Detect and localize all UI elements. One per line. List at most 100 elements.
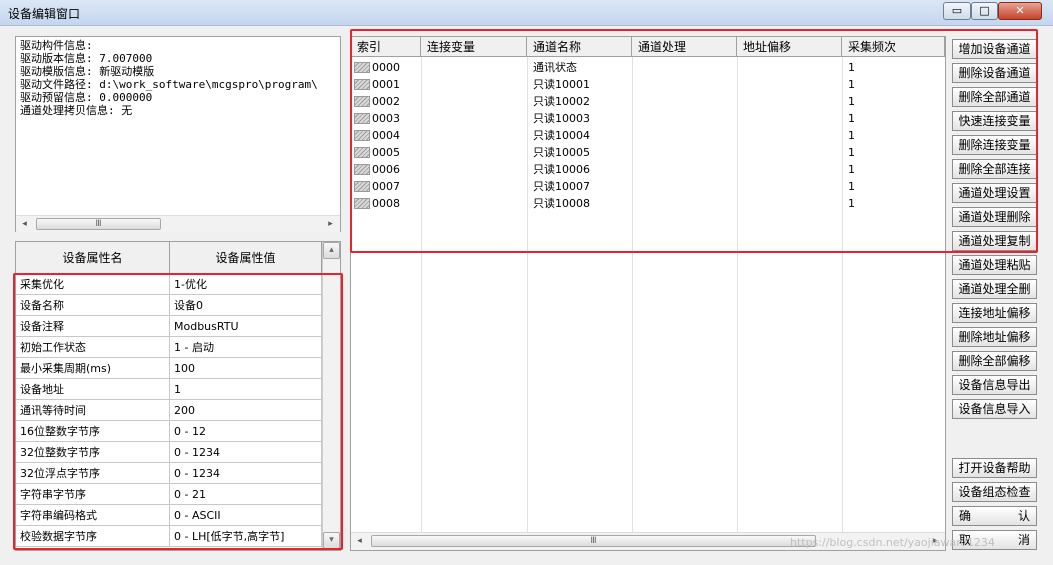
property-name: 32位整数字节序 bbox=[16, 442, 170, 463]
scroll-left-arrow-icon[interactable]: ◂ bbox=[16, 216, 33, 233]
property-row[interactable]: 32位整数字节序 0 - 1234 bbox=[16, 442, 322, 463]
cell-offset bbox=[743, 127, 842, 144]
action-button[interactable]: 设备组态检查 bbox=[952, 482, 1037, 502]
action-button[interactable]: 删除设备通道 bbox=[952, 63, 1037, 83]
channel-row[interactable]: 0007 只读10007 1 bbox=[351, 178, 945, 195]
property-value[interactable]: 1-优化 bbox=[170, 274, 322, 295]
property-value[interactable]: 0 - LH[低字节,高字节] bbox=[170, 526, 322, 547]
property-value[interactable]: 1 bbox=[170, 379, 322, 400]
property-name: 初始工作状态 bbox=[16, 337, 170, 358]
window-title: 设备编辑窗口 bbox=[8, 7, 81, 21]
channel-row[interactable]: 0003 只读10003 1 bbox=[351, 110, 945, 127]
info-scroll-thumb[interactable]: Ⅲ bbox=[36, 218, 161, 230]
cell-offset bbox=[743, 144, 842, 161]
action-button[interactable]: 删除全部通道 bbox=[952, 87, 1037, 107]
action-button[interactable]: 通道处理删除 bbox=[952, 207, 1037, 227]
channel-row[interactable]: 0000 通讯状态 1 bbox=[351, 59, 945, 76]
action-button[interactable]: 删除连接变量 bbox=[952, 135, 1037, 155]
channel-row[interactable]: 0006 只读10006 1 bbox=[351, 161, 945, 178]
property-value[interactable]: 200 bbox=[170, 400, 322, 421]
channel-grid: 索引 连接变量 通道名称 通道处理 地址偏移 采集频次 0000 通讯状态 1 000… bbox=[350, 36, 946, 551]
property-row[interactable]: 设备名称 设备0 bbox=[16, 295, 322, 316]
property-row[interactable]: 设备注释 ModbusRTU bbox=[16, 316, 322, 337]
property-value[interactable]: 0 - 1234 bbox=[170, 463, 322, 484]
confirm-label-part1: 确 bbox=[959, 509, 972, 523]
cell-index: 0001 bbox=[372, 78, 400, 91]
action-button[interactable]: 通道处理粘贴 bbox=[952, 255, 1037, 275]
property-value[interactable]: ModbusRTU bbox=[170, 316, 322, 337]
property-value[interactable]: 0 - 21 bbox=[170, 484, 322, 505]
col-header-variable[interactable]: 连接变量 bbox=[421, 37, 527, 57]
row-handle-icon bbox=[354, 96, 370, 107]
grid-scroll-thumb[interactable]: Ⅲ bbox=[371, 535, 816, 547]
cell-index: 0000 bbox=[372, 61, 400, 74]
prop-vertical-scrollbar[interactable]: ▴ ▾ bbox=[322, 242, 340, 550]
scroll-up-arrow-icon[interactable]: ▴ bbox=[323, 242, 340, 259]
action-button[interactable]: 删除地址偏移 bbox=[952, 327, 1037, 347]
info-horizontal-scrollbar[interactable]: ◂ Ⅲ ▸ bbox=[16, 215, 340, 232]
property-value[interactable]: 0 - ASCII bbox=[170, 505, 322, 526]
col-header-frequency[interactable]: 采集频次 bbox=[842, 37, 945, 57]
row-handle-icon bbox=[354, 181, 370, 192]
prop-header-name[interactable]: 设备属性名 bbox=[16, 242, 170, 274]
property-value[interactable]: 1 - 启动 bbox=[170, 337, 322, 358]
scroll-left-arrow-icon[interactable]: ◂ bbox=[351, 533, 368, 550]
confirm-button[interactable]: 确 认 bbox=[952, 506, 1037, 526]
col-header-offset[interactable]: 地址偏移 bbox=[737, 37, 842, 57]
property-name: 最小采集周期(ms) bbox=[16, 358, 170, 379]
action-button[interactable]: 快速连接变量 bbox=[952, 111, 1037, 131]
property-row[interactable]: 字符串字节序 0 - 21 bbox=[16, 484, 322, 505]
close-button[interactable]: ✕ bbox=[998, 2, 1042, 20]
cell-offset bbox=[743, 178, 842, 195]
property-value[interactable]: 0 - 12 bbox=[170, 421, 322, 442]
driver-info-panel: 驱动构件信息: 驱动版本信息: 7.007000 驱动模版信息: 新驱动模版 驱动文件… bbox=[15, 36, 341, 232]
cell-offset bbox=[743, 93, 842, 110]
action-button[interactable]: 删除全部偏移 bbox=[952, 351, 1037, 371]
cell-channel-name: 只读10003 bbox=[533, 112, 590, 125]
property-value[interactable]: 100 bbox=[170, 358, 322, 379]
cell-index: 0005 bbox=[372, 146, 400, 159]
minimize-button[interactable]: ▭ bbox=[943, 2, 971, 20]
property-row[interactable]: 初始工作状态 1 - 启动 bbox=[16, 337, 322, 358]
cell-offset bbox=[743, 161, 842, 178]
scroll-right-arrow-icon[interactable]: ▸ bbox=[322, 216, 339, 233]
property-value[interactable]: 设备0 bbox=[170, 295, 322, 316]
channel-row[interactable]: 0004 只读10004 1 bbox=[351, 127, 945, 144]
col-header-channel-name[interactable]: 通道名称 bbox=[527, 37, 632, 57]
property-row[interactable]: 通讯等待时间 200 bbox=[16, 400, 322, 421]
property-row[interactable]: 采集优化 1-优化 bbox=[16, 274, 322, 295]
action-button[interactable]: 增加设备通道 bbox=[952, 39, 1037, 59]
col-header-processing[interactable]: 通道处理 bbox=[632, 37, 737, 57]
row-handle-icon bbox=[354, 147, 370, 158]
maximize-button[interactable]: □ bbox=[971, 2, 998, 20]
scroll-down-arrow-icon[interactable]: ▾ bbox=[323, 532, 340, 549]
property-row[interactable]: 最小采集周期(ms) 100 bbox=[16, 358, 322, 379]
property-name: 16位整数字节序 bbox=[16, 421, 170, 442]
action-button[interactable]: 通道处理全删 bbox=[952, 279, 1037, 299]
action-button[interactable]: 打开设备帮助 bbox=[952, 458, 1037, 478]
cell-index: 0002 bbox=[372, 95, 400, 108]
channel-row[interactable]: 0001 只读10001 1 bbox=[351, 76, 945, 93]
prop-header-value[interactable]: 设备属性值 bbox=[170, 242, 322, 274]
action-button[interactable]: 设备信息导出 bbox=[952, 375, 1037, 395]
channel-row[interactable]: 0002 只读10002 1 bbox=[351, 93, 945, 110]
property-row[interactable]: 字符串编码格式 0 - ASCII bbox=[16, 505, 322, 526]
cell-channel-name: 通讯状态 bbox=[533, 61, 577, 74]
action-button[interactable]: 设备信息导入 bbox=[952, 399, 1037, 419]
action-button[interactable]: 删除全部连接 bbox=[952, 159, 1037, 179]
property-value[interactable]: 0 - 1234 bbox=[170, 442, 322, 463]
row-handle-icon bbox=[354, 62, 370, 73]
channel-row[interactable]: 0008 只读10008 1 bbox=[351, 195, 945, 212]
property-row[interactable]: 32位浮点字节序 0 - 1234 bbox=[16, 463, 322, 484]
action-button[interactable]: 通道处理设置 bbox=[952, 183, 1037, 203]
col-header-index[interactable]: 索引 bbox=[351, 37, 421, 57]
action-button[interactable]: 连接地址偏移 bbox=[952, 303, 1037, 323]
property-row[interactable]: 设备地址 1 bbox=[16, 379, 322, 400]
action-button[interactable]: 通道处理复制 bbox=[952, 231, 1037, 251]
title-bar[interactable]: 设备编辑窗口 ▭ □ ✕ bbox=[0, 0, 1053, 26]
cell-processing bbox=[638, 110, 737, 127]
cell-variable bbox=[427, 195, 527, 212]
property-row[interactable]: 校验数据字节序 0 - LH[低字节,高字节] bbox=[16, 526, 322, 547]
channel-row[interactable]: 0005 只读10005 1 bbox=[351, 144, 945, 161]
property-row[interactable]: 16位整数字节序 0 - 12 bbox=[16, 421, 322, 442]
